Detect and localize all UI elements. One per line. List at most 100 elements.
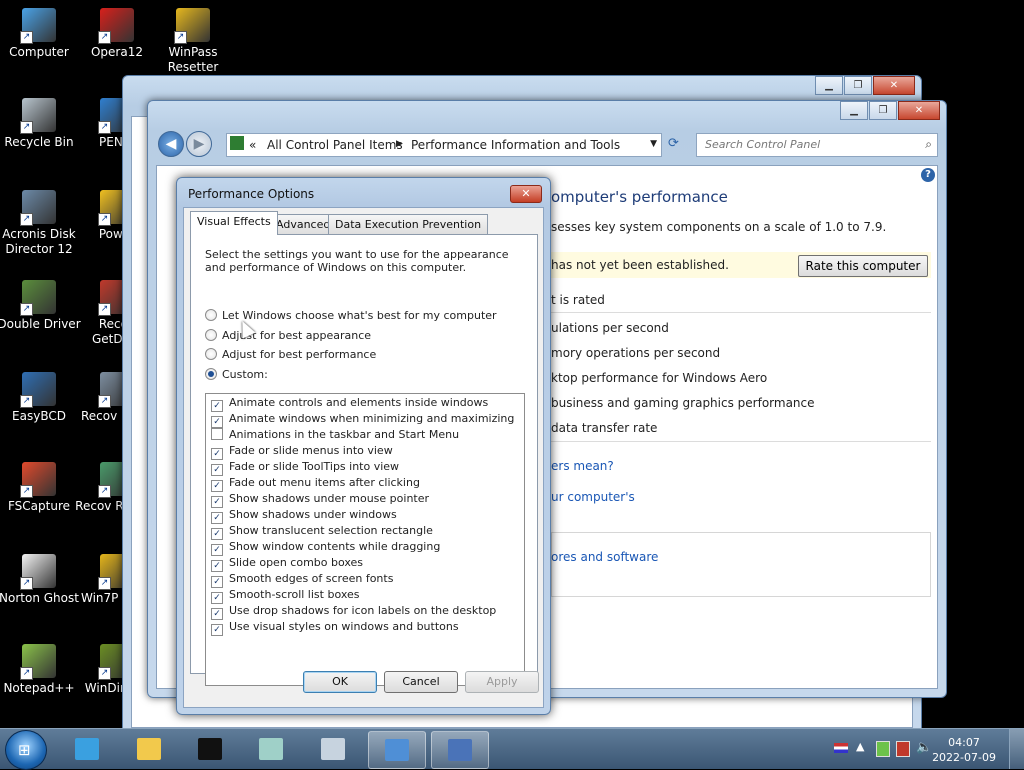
effects-list[interactable]: ✓ Animate controls and elements inside wi…: [205, 393, 525, 686]
tray-arrow-icon[interactable]: ▲: [856, 740, 864, 753]
start-button[interactable]: ⊞: [5, 730, 47, 770]
ok-button[interactable]: OK: [303, 671, 377, 693]
computer-info-link[interactable]: ur computer's: [551, 490, 635, 504]
scores-software-link[interactable]: ores and software: [551, 550, 658, 564]
effect-checkbox-item[interactable]: ✓ Fade or slide ToolTips into view: [211, 460, 399, 476]
help-icon[interactable]: ?: [921, 168, 935, 182]
effect-checkbox-item[interactable]: ✓ Animate controls and elements inside wi…: [211, 396, 488, 412]
checkbox-checked-icon[interactable]: ✓: [211, 512, 223, 524]
close-button[interactable]: ✕: [898, 101, 940, 120]
effect-checkbox-item[interactable]: ✓ Smooth edges of screen fonts: [211, 572, 393, 588]
effect-checkbox-item[interactable]: ✓ Show translucent selection rectangle: [211, 524, 433, 540]
scores-meaning-link[interactable]: ers mean?: [551, 459, 614, 473]
desktop-icon[interactable]: ↗ Norton Ghost: [0, 554, 81, 606]
tab-visual-effects[interactable]: Visual Effects: [190, 211, 278, 235]
checkbox-checked-icon[interactable]: ✓: [211, 592, 223, 604]
action-center-icon[interactable]: [896, 741, 910, 757]
shortcut-arrow-icon: ↗: [174, 31, 187, 44]
show-desktop-button[interactable]: [1009, 729, 1024, 769]
taskbar-item-ie[interactable]: [59, 731, 115, 767]
speaker-icon[interactable]: 🔈: [916, 740, 932, 755]
checkbox-checked-icon[interactable]: ✓: [211, 448, 223, 460]
radio-option[interactable]: Adjust for best performance: [205, 348, 376, 361]
network-icon[interactable]: [876, 741, 890, 757]
breadcrumb-item-performance[interactable]: Performance Information and Tools: [411, 138, 620, 152]
maximize-button[interactable]: ❐: [844, 76, 872, 95]
desktop-icon[interactable]: ↗ Notepad++: [0, 644, 81, 696]
desktop-icon[interactable]: ↗ Recycle Bin: [0, 98, 81, 150]
apply-button[interactable]: Apply: [465, 671, 539, 693]
close-button[interactable]: ✕: [873, 76, 915, 95]
search-icon[interactable]: ⌕: [925, 137, 932, 152]
desktop-icon[interactable]: ↗ Acronis Disk Director 12: [0, 190, 81, 257]
effect-checkbox-item[interactable]: ✓ Smooth-scroll list boxes: [211, 588, 360, 604]
checkbox-checked-icon[interactable]: ✓: [211, 464, 223, 476]
dialog-close-button[interactable]: ✕: [510, 185, 542, 203]
taskbar-item-explorer[interactable]: [121, 731, 177, 767]
address-bar[interactable]: « All Control Panel Items ▶ Performance …: [226, 133, 662, 157]
desktop-icon[interactable]: ↗ Computer: [0, 8, 81, 60]
checkbox-checked-icon[interactable]: ✓: [211, 496, 223, 508]
page-subheading: sesses key system components on a scale …: [551, 220, 887, 234]
effect-checkbox-item[interactable]: ✓ Show shadows under mouse pointer: [211, 492, 429, 508]
effect-checkbox-item[interactable]: ✓ Use drop shadows for icon labels on the…: [211, 604, 496, 620]
desktop-icon[interactable]: ↗ Opera12: [75, 8, 159, 60]
taskbar-item-calculator[interactable]: [305, 731, 361, 767]
desktop-icon[interactable]: ↗ WinPass Resetter: [151, 8, 235, 75]
effect-checkbox-item[interactable]: ✓ Animate windows when minimizing and max…: [211, 412, 514, 428]
search-input[interactable]: Search Control Panel ⌕: [696, 133, 938, 157]
effect-checkbox-item[interactable]: ✓ Show shadows under windows: [211, 508, 397, 524]
desktop-icon[interactable]: ↗ Double Driver: [0, 280, 81, 332]
back-button[interactable]: ◀: [158, 131, 184, 157]
forward-button[interactable]: ▶: [186, 131, 212, 157]
status-text: has not yet been established.: [551, 258, 729, 272]
system-tray: ▲ 🔈 04:07 2022-07-09: [804, 729, 1024, 769]
shortcut-arrow-icon: ↗: [98, 485, 111, 498]
address-dropdown-icon[interactable]: ▼: [650, 139, 657, 149]
effect-checkbox-item[interactable]: ✓ Slide open combo boxes: [211, 556, 363, 572]
minimize-button[interactable]: ▁: [815, 76, 843, 95]
desktop-icon[interactable]: ↗ FSCapture: [0, 462, 81, 514]
refresh-icon[interactable]: ⟳: [668, 136, 679, 151]
checkbox-checked-icon[interactable]: ✓: [211, 624, 223, 636]
checkbox-label: Show shadows under mouse pointer: [229, 492, 430, 505]
checkbox-checked-icon[interactable]: ✓: [211, 608, 223, 620]
checkbox-unchecked-icon[interactable]: [211, 428, 223, 440]
radio-option[interactable]: Adjust for best appearance: [205, 329, 371, 342]
taskbar-item-cmd[interactable]: [182, 731, 238, 767]
effect-checkbox-item[interactable]: Animations in the taskbar and Start Menu: [211, 428, 459, 441]
checkbox-checked-icon[interactable]: ✓: [211, 544, 223, 556]
desktop-icon[interactable]: ↗ EasyBCD: [0, 372, 81, 424]
flag-icon[interactable]: [834, 743, 848, 753]
checkbox-checked-icon[interactable]: ✓: [211, 528, 223, 540]
checkbox-checked-icon[interactable]: ✓: [211, 560, 223, 572]
maximize-button[interactable]: ❐: [869, 101, 897, 120]
clock[interactable]: 04:07 2022-07-09: [932, 735, 996, 765]
app-icon: ↗: [20, 644, 56, 680]
effect-checkbox-item[interactable]: ✓ Fade out menu items after clicking: [211, 476, 420, 492]
cmd-icon: [198, 738, 222, 760]
tab-data-execution-prevention[interactable]: Data Execution Prevention: [328, 214, 489, 234]
checkbox-checked-icon[interactable]: ✓: [211, 416, 223, 428]
taskbar-item-control-panel[interactable]: [368, 731, 426, 769]
score-row: data transfer rate: [551, 421, 658, 435]
cancel-button[interactable]: Cancel: [384, 671, 458, 693]
checkbox-checked-icon[interactable]: ✓: [211, 576, 223, 588]
radio-option[interactable]: Custom:: [205, 368, 268, 381]
taskbar-item-notepad[interactable]: [243, 731, 299, 767]
effect-checkbox-item[interactable]: ✓ Show window contents while dragging: [211, 540, 440, 556]
checkbox-checked-icon[interactable]: ✓: [211, 480, 223, 492]
minimize-button[interactable]: ▁: [840, 101, 868, 120]
breadcrumb-item-all-items[interactable]: All Control Panel Items: [267, 138, 403, 152]
taskbar-item-performance[interactable]: [431, 731, 489, 769]
effect-checkbox-item[interactable]: ✓ Fade or slide menus into view: [211, 444, 393, 460]
shortcut-arrow-icon: ↗: [20, 31, 33, 44]
desktop-icon-label: Norton Ghost: [0, 591, 79, 605]
search-placeholder: Search Control Panel: [705, 138, 821, 151]
rate-computer-button[interactable]: Rate this computer: [798, 255, 928, 277]
app-icon: ↗: [20, 554, 56, 590]
app-icon: ↗: [20, 190, 56, 226]
checkbox-checked-icon[interactable]: ✓: [211, 400, 223, 412]
performance-options-dialog[interactable]: Performance Options ✕ Visual Effects Adv…: [176, 177, 551, 715]
effect-checkbox-item[interactable]: ✓ Use visual styles on windows and button…: [211, 620, 459, 636]
